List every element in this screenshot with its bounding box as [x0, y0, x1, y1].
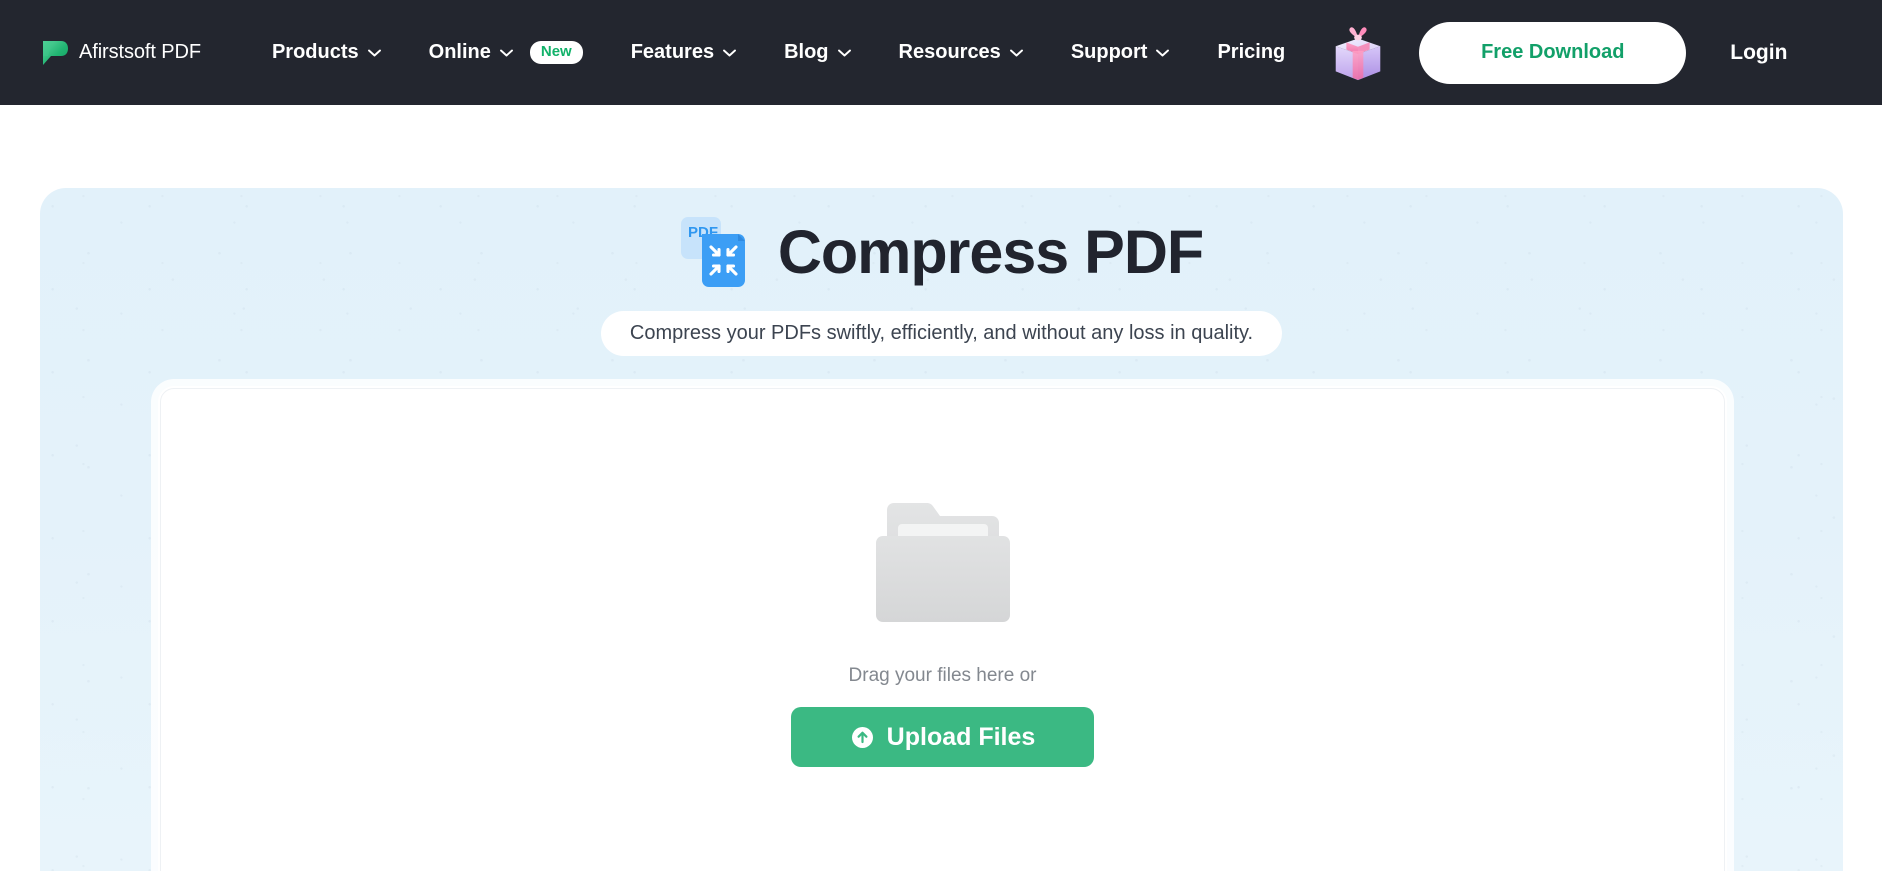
- free-download-button[interactable]: Free Download: [1419, 21, 1687, 84]
- file-dropzone[interactable]: Drag your files here or Upload Files: [158, 386, 1727, 871]
- nav-item-products[interactable]: Products: [248, 0, 405, 105]
- nav-item-features[interactable]: Features: [607, 0, 760, 105]
- nav-menu: Products Online New Features Blog Resour…: [248, 0, 1309, 105]
- upload-files-label: Upload Files: [886, 722, 1036, 751]
- upload-circle-icon: [851, 726, 873, 748]
- top-navigation-bar: Afirstsoft PDF Products Online New Featu…: [0, 0, 1882, 105]
- chevron-down-icon: [1156, 49, 1170, 56]
- nav-item-resources[interactable]: Resources: [875, 0, 1047, 105]
- upload-files-button[interactable]: Upload Files: [791, 707, 1094, 767]
- nav-item-blog[interactable]: Blog: [760, 0, 874, 105]
- new-badge: New: [529, 40, 583, 65]
- nav-item-label: Online: [428, 41, 491, 63]
- brand-logo[interactable]: Afirstsoft PDF: [40, 38, 201, 68]
- login-link[interactable]: Login: [1730, 41, 1787, 65]
- folder-icon: [875, 503, 1010, 622]
- hero-section: PDF Compress PDF Compress your PDFs swif…: [40, 188, 1843, 871]
- chevron-down-icon: [723, 49, 737, 56]
- compress-pdf-icon: PDF: [680, 217, 745, 287]
- nav-item-label: Support: [1070, 41, 1148, 63]
- nav-item-support[interactable]: Support: [1047, 0, 1194, 105]
- nav-item-label: Features: [630, 41, 715, 63]
- nav-item-label: Resources: [898, 41, 1001, 63]
- nav-item-online[interactable]: Online New: [405, 0, 607, 105]
- page-title: Compress PDF: [777, 217, 1204, 286]
- hero-subtitle: Compress your PDFs swiftly, efficiently,…: [601, 311, 1282, 356]
- nav-item-label: Products: [271, 41, 359, 63]
- chevron-down-icon: [367, 49, 381, 56]
- nav-item-pricing[interactable]: Pricing: [1193, 0, 1309, 105]
- chevron-down-icon: [499, 49, 513, 56]
- hero-subtitle-text: Compress your PDFs swiftly, efficiently,…: [629, 322, 1254, 344]
- drag-instruction-text: Drag your files here or: [848, 665, 1037, 686]
- nav-item-label: Pricing: [1217, 41, 1286, 63]
- nav-item-label: Blog: [784, 41, 829, 63]
- brand-name: Afirstsoft PDF: [79, 41, 201, 63]
- gift-box-icon[interactable]: [1327, 22, 1389, 84]
- hero-heading-row: PDF Compress PDF: [40, 216, 1843, 288]
- afirstsoft-logo-icon: [43, 40, 68, 65]
- chevron-down-icon: [837, 49, 851, 56]
- chevron-down-icon: [1009, 49, 1023, 56]
